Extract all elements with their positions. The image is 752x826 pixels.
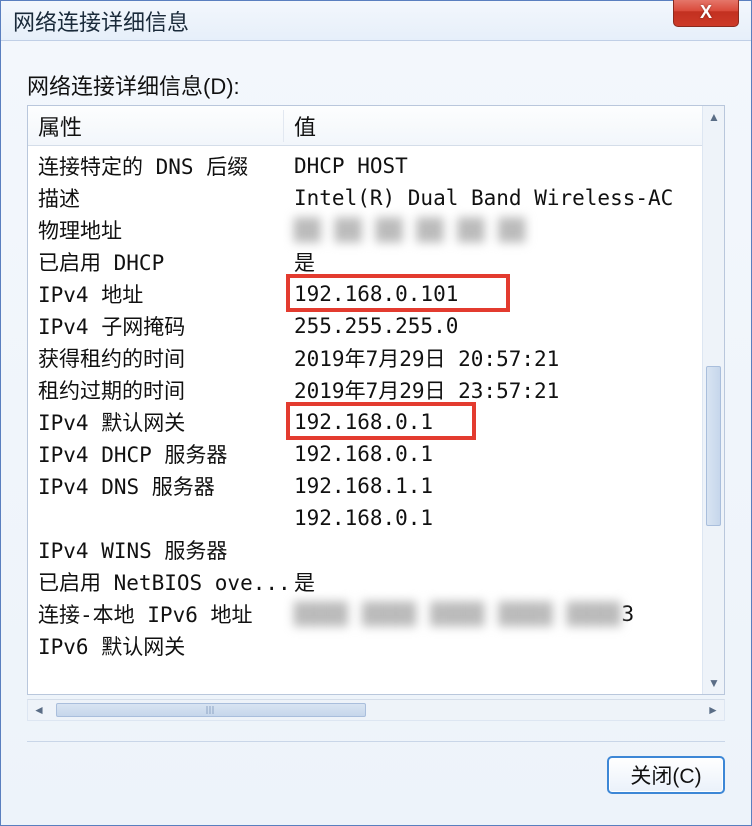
dialog-window: 网络连接详细信息 X 网络连接详细信息(D): 属性 值 连接特定的 DNS 后… <box>0 0 752 826</box>
prop-ipv4-dhcp-server: IPv4 DHCP 服务器 <box>28 439 284 469</box>
prop-ipv4-dns-server: IPv4 DNS 服务器 <box>28 471 284 501</box>
prop-lease-expires: 租约过期的时间 <box>28 375 284 405</box>
column-header-property[interactable]: 属性 <box>28 110 284 142</box>
val-link-local-ipv6: ████ ████ ████ ████ ████3 <box>284 602 634 626</box>
val-description: Intel(R) Dual Band Wireless-AC <box>284 186 673 210</box>
details-list-panel: 属性 值 连接特定的 DNS 后缀 DHCP HOST 描述 Intel(R) … <box>27 105 725 695</box>
scroll-up-arrow-icon[interactable]: ▲ <box>703 106 725 128</box>
prop-link-local-ipv6: 连接-本地 IPv6 地址 <box>28 599 284 629</box>
button-row: 关闭(C) <box>27 756 725 794</box>
table-header: 属性 值 <box>28 106 702 146</box>
table-row: 已启用 NetBIOS ove... 是 <box>28 566 702 598</box>
ipv6-fragment-end: 3 <box>621 602 634 626</box>
val-lease-expires: 2019年7月29日 23:57:21 <box>284 375 559 405</box>
val-ipv4-dhcp-server: 192.168.0.1 <box>284 442 433 466</box>
table-row: 已启用 DHCP 是 <box>28 246 702 278</box>
prop-netbios-enabled: 已启用 NetBIOS ove... <box>28 567 284 597</box>
scroll-thumb[interactable] <box>706 366 721 526</box>
redacted-text: ██ ██ ██ ██ ██ ██ <box>294 218 526 242</box>
val-ipv4-dns-server-2: 192.168.0.1 <box>284 506 433 530</box>
table-row: 描述 Intel(R) Dual Band Wireless-AC <box>28 182 702 214</box>
val-ipv4-gateway: 192.168.0.1 <box>284 410 433 434</box>
column-header-value[interactable]: 值 <box>284 110 316 142</box>
table-row: 192.168.0.1 <box>28 502 702 534</box>
table-row: 获得租约的时间 2019年7月29日 20:57:21 <box>28 342 702 374</box>
prop-ipv4-subnet: IPv4 子网掩码 <box>28 311 284 341</box>
table-body: 连接特定的 DNS 后缀 DHCP HOST 描述 Intel(R) Dual … <box>28 146 702 662</box>
prop-ipv6-gateway: IPv6 默认网关 <box>28 631 284 661</box>
table-row: IPv4 DHCP 服务器 192.168.0.1 <box>28 438 702 470</box>
prop-lease-obtained: 获得租约的时间 <box>28 343 284 373</box>
client-area: 网络连接详细信息(D): 属性 值 连接特定的 DNS 后缀 DHCP HOST… <box>1 41 751 825</box>
prop-description: 描述 <box>28 183 284 213</box>
scroll-down-arrow-icon[interactable]: ▼ <box>703 672 725 694</box>
table-row: IPv4 地址 192.168.0.101 <box>28 278 702 310</box>
table-row: IPv6 默认网关 <box>28 630 702 662</box>
val-dns-suffix: DHCP HOST <box>284 154 408 178</box>
table-row: 物理地址 ██ ██ ██ ██ ██ ██ <box>28 214 702 246</box>
prop-ipv4-wins-server: IPv4 WINS 服务器 <box>28 535 284 565</box>
prop-ipv4-address: IPv4 地址 <box>28 279 284 309</box>
table-row: IPv4 DNS 服务器 192.168.1.1 <box>28 470 702 502</box>
hscroll-thumb[interactable] <box>56 703 366 717</box>
details-table: 属性 值 连接特定的 DNS 后缀 DHCP HOST 描述 Intel(R) … <box>28 106 702 694</box>
val-physical-address: ██ ██ ██ ██ ██ ██ <box>284 218 526 242</box>
close-icon: X <box>700 2 712 23</box>
val-lease-obtained: 2019年7月29日 20:57:21 <box>284 343 559 373</box>
hscroll-track[interactable] <box>50 700 702 720</box>
vertical-scrollbar[interactable]: ▲ ▼ <box>702 106 724 694</box>
close-button[interactable]: 关闭(C) <box>607 756 725 794</box>
table-row: 租约过期的时间 2019年7月29日 23:57:21 <box>28 374 702 406</box>
prop-physical-address: 物理地址 <box>28 215 284 245</box>
details-label: 网络连接详细信息(D): <box>27 69 725 101</box>
horizontal-scrollbar[interactable]: ◄ ► <box>27 699 725 721</box>
table-row: IPv4 默认网关 192.168.0.1 <box>28 406 702 438</box>
val-dhcp-enabled: 是 <box>284 247 315 277</box>
prop-ipv4-gateway: IPv4 默认网关 <box>28 407 284 437</box>
table-row: 连接特定的 DNS 后缀 DHCP HOST <box>28 150 702 182</box>
val-ipv4-address: 192.168.0.101 <box>284 282 458 306</box>
val-netbios-enabled: 是 <box>284 567 315 597</box>
prop-dns-suffix: 连接特定的 DNS 后缀 <box>28 151 284 181</box>
redacted-text: ████ ████ ████ ████ ████ <box>294 602 621 626</box>
scroll-right-arrow-icon[interactable]: ► <box>702 699 724 721</box>
separator <box>27 741 725 742</box>
titlebar: 网络连接详细信息 X <box>1 1 751 41</box>
scroll-left-arrow-icon[interactable]: ◄ <box>28 699 50 721</box>
val-ipv4-subnet: 255.255.255.0 <box>284 314 458 338</box>
window-close-button[interactable]: X <box>673 0 739 27</box>
grip-icon <box>207 706 216 714</box>
val-ipv4-dns-server: 192.168.1.1 <box>284 474 433 498</box>
prop-dhcp-enabled: 已启用 DHCP <box>28 247 284 277</box>
table-row: 连接-本地 IPv6 地址 ████ ████ ████ ████ ████3 <box>28 598 702 630</box>
window-title: 网络连接详细信息 <box>13 5 189 37</box>
table-row: IPv4 子网掩码 255.255.255.0 <box>28 310 702 342</box>
table-row: IPv4 WINS 服务器 <box>28 534 702 566</box>
